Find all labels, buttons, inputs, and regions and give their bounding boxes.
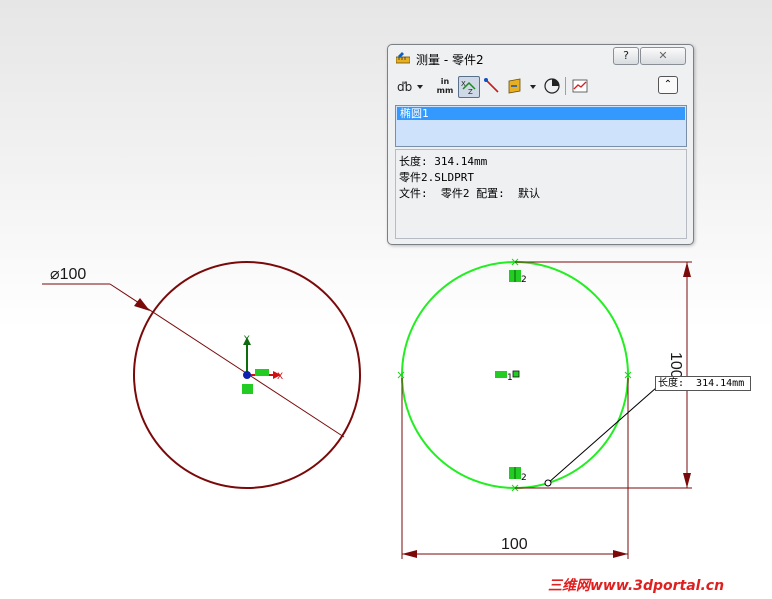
relation-label-bottom: 2 — [521, 473, 527, 483]
dialog-title: 测量 - 零件2 — [416, 53, 484, 67]
results-panel: 长度: 314.14mm 零件2.SLDPRT 文件: 零件2 配置: 默认 — [395, 149, 687, 239]
point-to-point-icon[interactable] — [482, 76, 502, 96]
units-precision-button[interactable]: in mm — [434, 76, 456, 97]
collapse-button[interactable]: ⌃ — [658, 76, 678, 94]
projection-icon[interactable] — [506, 76, 540, 96]
center-of-mass-icon[interactable] — [542, 76, 562, 96]
result-file: 零件2.SLDPRT — [399, 171, 474, 184]
measure-icon — [396, 52, 410, 64]
result-length: 长度: 314.14mm — [399, 155, 488, 168]
dialog-toolbar: ďb in mm X Z ⌃ — [394, 74, 687, 100]
measure-dialog[interactable]: 测量 - 零件2 ? ✕ ďb in mm X Z ⌃ 椭圆1 长度: 314.… — [387, 44, 694, 245]
origin-axes — [242, 337, 281, 394]
toolbar-separator — [565, 77, 566, 95]
vertical-dimension[interactable] — [515, 261, 692, 489]
svg-text:Z: Z — [468, 88, 473, 96]
length-callout[interactable]: 长度: 314.14mm — [655, 376, 751, 391]
callout-anchor — [544, 479, 552, 487]
diameter-dimension-value[interactable]: ⌀100 — [50, 264, 86, 284]
dialog-title-bar[interactable]: 测量 - 零件2 ? ✕ — [388, 45, 693, 71]
help-button[interactable]: ? — [613, 47, 639, 65]
svg-text:ďb: ďb — [397, 80, 412, 94]
measurement-history-icon[interactable] — [570, 76, 590, 96]
vertical-dimension-value[interactable]: 100 — [667, 352, 684, 379]
watermark: 三维网www.3dportal.cn — [548, 578, 725, 594]
relation-label-center: 1 — [507, 373, 513, 383]
diameter-arrow — [134, 298, 150, 311]
arc-circle-measure-icon[interactable]: ďb — [396, 76, 424, 96]
selection-item[interactable]: 椭圆1 — [397, 107, 685, 120]
relation-label-top: 2 — [521, 275, 527, 285]
selection-list[interactable]: 椭圆1 — [395, 105, 687, 147]
close-button[interactable]: ✕ — [640, 47, 686, 65]
axis-y-label: Y — [243, 335, 250, 345]
xyz-measure-icon[interactable]: X Z — [458, 76, 480, 98]
result-config: 文件: 零件2 配置: 默认 — [399, 187, 540, 200]
callout-leader — [547, 387, 657, 484]
horizontal-dimension-value[interactable]: 100 — [501, 536, 528, 554]
axis-x-label: X — [277, 372, 283, 382]
